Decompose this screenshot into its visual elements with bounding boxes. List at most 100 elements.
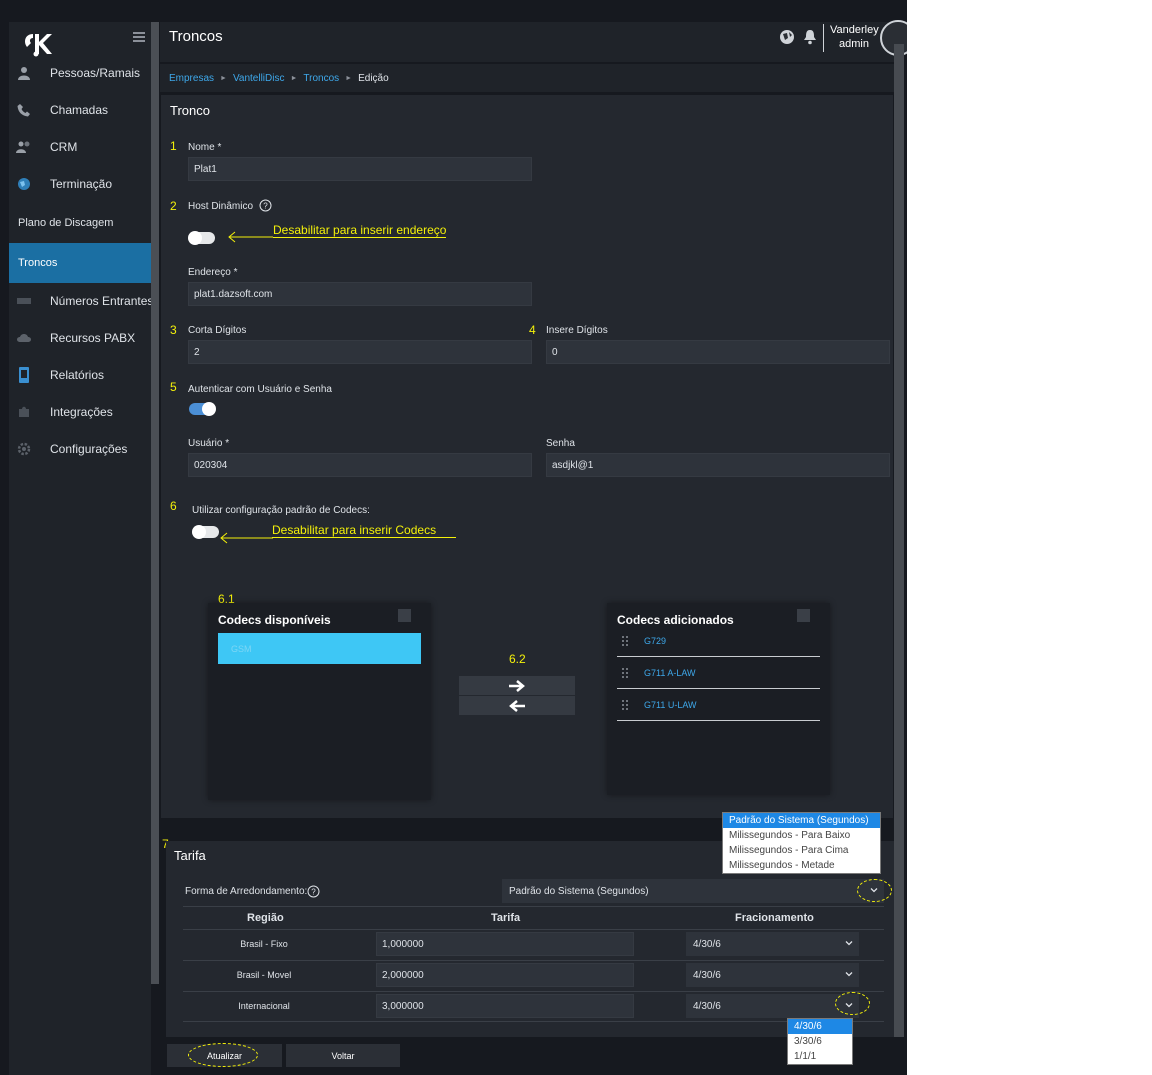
fracionamento-dropdown: 4/30/6 3/30/6 1/1/1	[787, 1018, 853, 1065]
sidebar-item-troncos[interactable]: Troncos	[9, 243, 151, 283]
breadcrumb-troncos[interactable]: Troncos	[303, 73, 339, 84]
sidebar-item-numeros-entrantes[interactable]: Números Entrantes	[9, 286, 154, 316]
annotation-number: 2	[170, 199, 177, 213]
corta-digitos-input[interactable]: 2	[188, 340, 532, 364]
tarifa-input[interactable]: 1,000000	[376, 932, 634, 956]
senha-label: Senha	[546, 438, 575, 449]
breadcrumb-separator-icon: ►	[290, 74, 298, 82]
codec-item-g711-ulaw[interactable]: G711 U-LAW	[617, 690, 820, 721]
sidebar-item-plano-discagem[interactable]: Plano de Discagem	[9, 208, 151, 238]
chevron-down-icon	[845, 941, 853, 946]
main-scrollbar[interactable]	[894, 44, 904, 1037]
annotation-number: 1	[170, 139, 177, 153]
usuario-input[interactable]: 020304	[188, 453, 532, 477]
arrow-right-icon	[509, 679, 525, 692]
arredondamento-value: Padrão do Sistema (Segundos)	[509, 885, 649, 897]
dropdown-option[interactable]: Milissegundos - Para Cima	[723, 843, 880, 858]
inbound-icon	[16, 293, 32, 309]
fracionamento-value: 4/30/6	[693, 969, 721, 981]
corta-digitos-label: Corta Dígitos	[188, 325, 247, 336]
select-all-checkbox[interactable]	[398, 609, 411, 622]
sidebar-item-label: Recursos PABX	[50, 331, 136, 345]
nome-label: Nome *	[188, 142, 222, 153]
host-annotation: Desabilitar para inserir endereço	[273, 223, 447, 238]
dropdown-option[interactable]: 4/30/6	[788, 1019, 852, 1034]
drag-handle-icon[interactable]	[621, 667, 629, 679]
fracionamento-select[interactable]: 4/30/6	[686, 963, 859, 987]
highlight-ellipse	[835, 992, 870, 1015]
codec-annotation: Desabilitar para inserir Codecs	[272, 523, 456, 538]
nome-input[interactable]: Plat1	[188, 157, 532, 181]
help-icon[interactable]: ?	[259, 199, 272, 212]
codec-item-g729[interactable]: G729	[617, 626, 820, 657]
voltar-button[interactable]: Voltar	[286, 1044, 400, 1067]
dropdown-option[interactable]: Milissegundos - Metade	[723, 858, 880, 873]
host-dinamico-toggle[interactable]	[188, 231, 215, 245]
codec-item-g711-alaw[interactable]: G711 A-LAW	[617, 658, 820, 689]
tarifa-input[interactable]: 3,000000	[376, 994, 634, 1018]
drag-handle-icon[interactable]	[621, 699, 629, 711]
tarifa-regiao: Brasil - Fixo	[240, 939, 288, 949]
autenticar-toggle[interactable]	[189, 402, 216, 416]
help-icon[interactable]: ?	[307, 885, 320, 898]
sidebar-item-label: Relatórios	[50, 368, 105, 382]
codecs-disponiveis-title: Codecs disponíveis	[218, 613, 331, 627]
sidebar-item-pessoas[interactable]: Pessoas/Ramais	[9, 58, 151, 88]
bell-icon[interactable]	[802, 29, 818, 45]
header-divider	[823, 24, 824, 52]
tarifa-input[interactable]: 2,000000	[376, 963, 634, 987]
dropdown-option[interactable]: 1/1/1	[788, 1049, 852, 1064]
endereco-label: Endereço *	[188, 267, 238, 278]
codec-item-gsm[interactable]: GSM	[218, 633, 421, 664]
fracionamento-value: 4/30/6	[693, 938, 721, 950]
sidebar-item-recursos-pabx[interactable]: Recursos PABX	[9, 323, 151, 353]
svg-text:?: ?	[263, 202, 268, 211]
globe-icon	[16, 176, 32, 192]
person-icon	[16, 65, 32, 81]
form-title: Tronco	[170, 103, 210, 118]
globe-icon[interactable]	[779, 29, 795, 45]
sidebar-item-label: Chamadas	[50, 103, 109, 117]
move-left-button[interactable]	[459, 696, 575, 715]
drag-handle-icon[interactable]	[621, 635, 629, 647]
select-all-checkbox[interactable]	[797, 609, 810, 622]
user-name: Vanderley	[830, 24, 879, 36]
app-window: Pessoas/Ramais Chamadas CRM Terminação P…	[0, 0, 907, 1075]
sidebar-item-label: Configurações	[50, 442, 128, 456]
insere-digitos-input[interactable]: 0	[546, 340, 890, 364]
fracionamento-select[interactable]: 4/30/6	[686, 932, 859, 956]
logo-icon	[25, 34, 52, 57]
breadcrumb-empresas[interactable]: Empresas	[169, 73, 214, 84]
sidebar-item-chamadas[interactable]: Chamadas	[9, 95, 151, 125]
annotation-number: 3	[170, 323, 177, 337]
dropdown-option[interactable]: Milissegundos - Para Baixo	[723, 828, 880, 843]
sidebar-item-label: Números Entrantes	[50, 294, 154, 308]
svg-text:?: ?	[311, 888, 316, 897]
chevron-down-icon	[845, 972, 853, 977]
col-header-tarifa: Tarifa	[491, 912, 521, 924]
endereco-input[interactable]: plat1.dazsoft.com	[188, 282, 532, 306]
fracionamento-select[interactable]: 4/30/6	[686, 994, 859, 1018]
top-header: Troncos Vanderley admin	[160, 20, 907, 62]
move-right-button[interactable]	[459, 676, 575, 695]
sidebar-scrollbar[interactable]	[151, 22, 159, 984]
codecs-adicionados-title: Codecs adicionados	[617, 613, 734, 627]
sidebar-item-configuracoes[interactable]: Configurações	[9, 434, 151, 464]
senha-input[interactable]: asdjkl@1	[546, 453, 890, 477]
gear-icon	[16, 441, 32, 457]
dropdown-option[interactable]: Padrão do Sistema (Segundos)	[723, 813, 880, 828]
sidebar-item-terminacao[interactable]: Terminação	[9, 169, 151, 199]
users-icon	[16, 139, 32, 155]
breadcrumb-vantellidisc[interactable]: VantelliDisc	[233, 73, 285, 84]
arredondamento-select[interactable]: Padrão do Sistema (Segundos)	[502, 879, 884, 903]
sidebar-item-integracoes[interactable]: Integrações	[9, 397, 151, 427]
hamburger-menu-icon[interactable]	[133, 32, 145, 42]
highlight-ellipse	[188, 1043, 258, 1067]
arredondamento-label: Forma de Arredondamento:	[185, 886, 308, 897]
page-title: Troncos	[169, 28, 223, 45]
sidebar-item-crm[interactable]: CRM	[9, 132, 151, 162]
sidebar-item-relatorios[interactable]: Relatórios	[9, 360, 151, 390]
dropdown-option[interactable]: 3/30/6	[788, 1034, 852, 1049]
breadcrumb-edicao: Edição	[358, 72, 389, 84]
codec-config-toggle[interactable]	[192, 525, 219, 539]
